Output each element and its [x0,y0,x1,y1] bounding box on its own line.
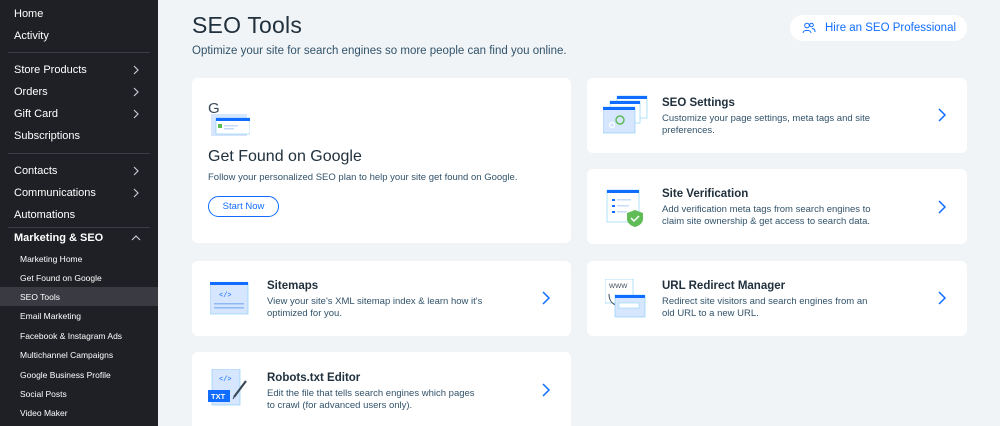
sidebar-subitem-google-business-profile[interactable]: Google Business Profile [0,365,158,384]
sidebar-item-label: Get Found on Google [20,272,102,283]
card-title: SEO Settings [662,97,735,109]
chevron-right-icon [938,108,947,122]
sidebar-item-label: Communications [14,187,96,199]
code-label: </> [219,376,232,384]
sidebar-subitem-social-posts[interactable]: Social Posts [0,384,158,403]
chevron-right-icon [542,383,551,397]
sidebar-divider [8,153,150,154]
sidebar-subitem-multichannel-campaigns[interactable]: Multichannel Campaigns [0,345,158,364]
hire-seo-professional-label: Hire an SEO Professional [825,22,957,34]
start-now-button[interactable]: Start Now [208,196,279,217]
card-description: Follow your personalized SEO plan to hel… [208,172,518,183]
chevron-right-icon [542,291,551,305]
sidebar: Home Activity Store Products Orders Gift… [0,0,158,426]
card-description-line-1: Redirect site visitors and search engine… [662,296,868,307]
card-description-line-1: Add verification meta tags from search e… [662,204,871,215]
chevron-up-icon [131,235,141,241]
sidebar-subitem-facebook-instagram-ads[interactable]: Facebook & Instagram Ads [0,326,158,345]
url-redirect-manager-card[interactable]: WWW URL Redirect Manager Redirect site v… [587,261,967,336]
sidebar-item-label: Home [14,8,44,20]
card-description-line-2: preferences. [662,125,715,136]
sidebar-item-label: Multichannel Campaigns [20,349,114,360]
card-description-line-1: Customize your page settings, meta tags … [662,113,871,124]
card-title: Site Verification [662,188,749,200]
code-label: </> [219,292,232,300]
sidebar-item-store-products[interactable]: Store Products [0,59,158,81]
sidebar-item-label: SEO Tools [20,291,61,302]
txt-label: TXT [211,392,226,401]
sidebar-item-contacts[interactable]: Contacts [0,160,158,182]
card-title: Get Found on Google [208,148,362,165]
card-title: URL Redirect Manager [662,280,786,292]
sidebar-item-label: Marketing Home [20,253,83,264]
site-verification-card[interactable]: Site Verification Add verification meta … [587,169,967,244]
url-redirect-icon: WWW [605,279,646,318]
chevron-right-icon [938,291,947,305]
card-description-line-2: claim site ownership & get access to sea… [662,216,871,227]
chevron-right-icon [133,87,139,97]
sidebar-item-label: Automations [14,209,76,221]
card-description-line-2: optimized for you. [267,308,342,319]
chevron-right-icon [133,188,139,198]
card-description-line-1: View your site's XML sitemap index & lea… [267,296,483,307]
sidebar-item-label: Store Products [14,64,87,76]
sidebar-item-label: Video Maker [20,407,68,418]
card-description-line-2: to crawl (for advanced users only). [267,400,413,411]
robots-txt-icon: </> TXT [208,369,247,406]
sidebar-item-label: Orders [14,86,48,98]
get-found-on-google-card: G Get Found on Google Follow your person… [192,78,571,243]
sidebar-subitem-video-maker[interactable]: Video Maker [0,403,158,422]
sidebar-item-label: Marketing & SEO [14,232,104,244]
card-description-line-2: old URL to a new URL. [662,308,759,319]
sidebar-item-label: Contacts [14,165,58,177]
sidebar-item-activity[interactable]: Activity [0,25,158,47]
site-verification-icon [606,189,643,227]
sidebar-item-label: Email Marketing [20,310,81,321]
sidebar-item-label: Facebook & Instagram Ads [20,330,123,341]
sidebar-subitem-marketing-home[interactable]: Marketing Home [0,249,158,268]
sidebar-item-label: Subscriptions [14,130,81,142]
card-title: Sitemaps [267,280,319,292]
robots-txt-editor-card[interactable]: </> TXT Robots.txt Editor Edit the file … [192,352,571,426]
www-label: WWW [609,283,628,290]
sidebar-subitem-get-found-on-google[interactable]: Get Found on Google [0,268,158,287]
chevron-right-icon [133,166,139,176]
chevron-right-icon [938,200,947,214]
sidebar-item-label: Activity [14,30,49,42]
chevron-right-icon [133,109,139,119]
users-icon [802,22,816,34]
seo-settings-card[interactable]: SEO Settings Customize your page setting… [587,78,967,153]
page-subtitle: Optimize your site for search engines so… [192,45,567,57]
sidebar-item-automations[interactable]: Automations [0,204,158,226]
card-description-line-1: Edit the file that tells search engines … [267,388,475,399]
google-illustration-icon: G [208,100,250,136]
sitemaps-card[interactable]: </> Sitemaps View your site's XML sitema… [192,261,571,336]
page-title: SEO Tools [192,12,303,38]
sidebar-subitem-seo-tools[interactable]: SEO Tools [0,287,158,306]
sitemap-icon: </> [210,282,249,315]
sidebar-item-gift-card[interactable]: Gift Card [0,103,158,125]
sidebar-divider [8,52,150,53]
sidebar-item-home[interactable]: Home [0,3,158,25]
sidebar-subitem-email-marketing[interactable]: Email Marketing [0,306,158,325]
hire-seo-professional-button[interactable]: Hire an SEO Professional [790,15,967,41]
sidebar-item-orders[interactable]: Orders [0,81,158,103]
sidebar-item-marketing-seo[interactable]: Marketing & SEO [0,227,158,249]
seo-settings-icon [603,95,648,134]
sidebar-item-communications[interactable]: Communications [0,182,158,204]
card-title: Robots.txt Editor [267,372,361,384]
sidebar-item-label: Gift Card [14,108,59,120]
sidebar-item-subscriptions[interactable]: Subscriptions [0,125,158,147]
sidebar-item-label: Google Business Profile [20,369,111,380]
chevron-right-icon [133,65,139,75]
sidebar-item-label: Social Posts [20,388,67,399]
